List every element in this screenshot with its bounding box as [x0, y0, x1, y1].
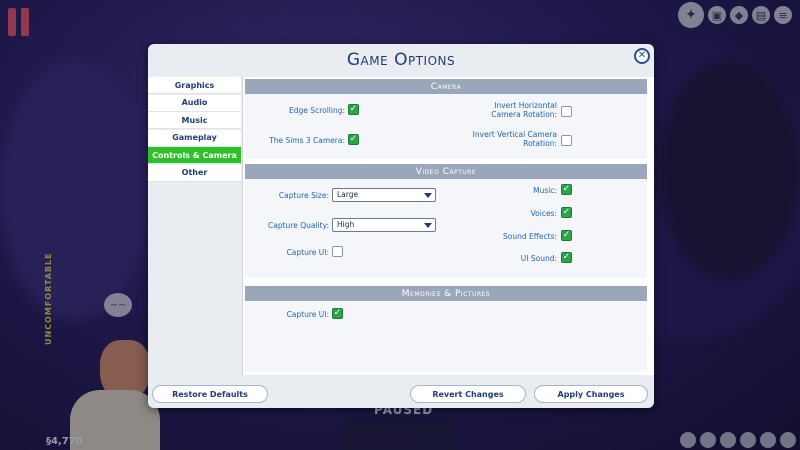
tab-controls-camera[interactable]: Controls & Camera — [148, 147, 241, 164]
dialog-title: Game Options — [346, 50, 456, 70]
capture-size-label: Capture Size: — [278, 191, 329, 200]
ui-sound-label: UI Sound: — [520, 254, 557, 263]
tab-graphics[interactable]: Graphics — [148, 77, 241, 94]
apply-changes-button[interactable]: Apply Changes — [534, 385, 648, 403]
video-capture-section: Video Capture Capture Size: Large Captur… — [245, 164, 647, 278]
tab-gameplay[interactable]: Gameplay — [148, 129, 241, 147]
ui-sound-checkbox[interactable]: ✓ — [561, 252, 572, 263]
invert-horizontal-label-line1: Invert Horizontal — [494, 101, 557, 110]
voices-checkbox[interactable]: ✓ — [561, 207, 572, 218]
invert-horizontal-label: Invert Horizontal Camera Rotation: — [445, 101, 557, 119]
capture-quality-dropdown[interactable]: High — [332, 218, 436, 232]
sound-effects-checkbox[interactable]: ✓ — [561, 230, 572, 241]
close-button[interactable]: ✕ — [634, 48, 650, 64]
voices-label: Voices: — [530, 209, 557, 218]
invert-horizontal-checkbox[interactable] — [561, 106, 572, 117]
chevron-down-icon — [424, 223, 432, 228]
memories-section-header: Memories & Pictures — [245, 286, 647, 301]
options-tabs: Graphics Audio Music Gameplay Controls &… — [148, 77, 241, 182]
capture-size-value: Large — [337, 190, 359, 199]
capture-quality-value: High — [337, 220, 355, 229]
capture-quality-label: Capture Quality: — [268, 221, 329, 230]
music-label: Music: — [533, 186, 557, 195]
camera-section-header: Camera — [245, 79, 647, 94]
invert-vertical-label: Invert Vertical Camera Rotation: — [445, 130, 557, 148]
invert-vertical-label-line2: Rotation: — [523, 139, 557, 148]
sims3-camera-checkbox[interactable]: ✓ — [348, 134, 359, 145]
sound-effects-label: Sound Effects: — [502, 232, 557, 241]
tab-other[interactable]: Other — [148, 164, 241, 182]
tab-audio[interactable]: Audio — [148, 94, 241, 112]
tab-music[interactable]: Music — [148, 112, 241, 129]
memories-section: Memories & Pictures Capture UI: ✓ — [245, 286, 647, 372]
invert-horizontal-label-line2: Camera Rotation: — [491, 110, 557, 119]
edge-scrolling-label: Edge Scrolling: — [289, 106, 345, 115]
music-checkbox[interactable]: ✓ — [561, 184, 572, 195]
invert-vertical-checkbox[interactable] — [561, 135, 572, 146]
video-capture-ui-label: Capture UI: — [286, 248, 329, 257]
camera-section: Camera Edge Scrolling: ✓ The Sims 3 Came… — [245, 79, 647, 159]
memories-capture-ui-checkbox[interactable]: ✓ — [332, 308, 343, 319]
restore-defaults-button[interactable]: Restore Defaults — [152, 385, 268, 403]
game-options-dialog: Game Options ✕ Graphics Audio Music Game… — [148, 44, 654, 408]
video-capture-ui-checkbox[interactable] — [332, 246, 343, 257]
edge-scrolling-checkbox[interactable]: ✓ — [348, 104, 359, 115]
sims3-camera-label: The Sims 3 Camera: — [269, 136, 345, 145]
capture-size-dropdown[interactable]: Large — [332, 188, 436, 202]
revert-changes-button[interactable]: Revert Changes — [410, 385, 526, 403]
chevron-down-icon — [424, 193, 432, 198]
video-capture-section-header: Video Capture — [245, 164, 647, 179]
invert-vertical-label-line1: Invert Vertical Camera — [472, 130, 557, 139]
memories-capture-ui-label: Capture UI: — [286, 310, 329, 319]
options-content: Camera Edge Scrolling: ✓ The Sims 3 Came… — [242, 77, 654, 375]
